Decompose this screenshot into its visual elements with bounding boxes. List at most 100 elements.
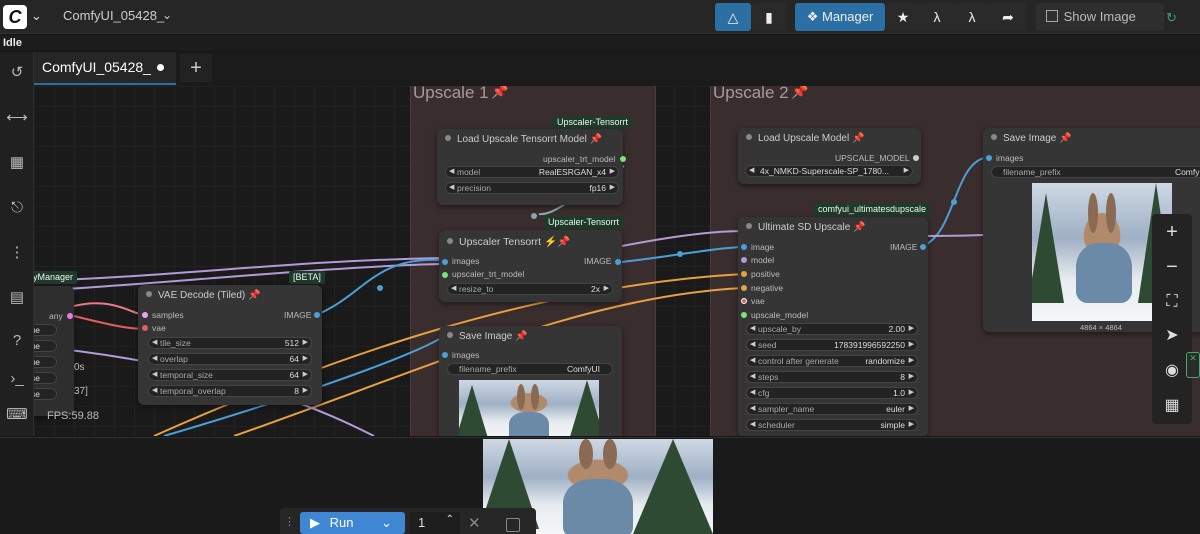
workflows-icon[interactable]: ⎋ [6,197,28,219]
ultimate-sd-upscale-node[interactable]: Ultimate SD Upscale 📌 image model positi… [738,217,928,436]
toggle-4[interactable]: alse [34,372,57,384]
toggle-5[interactable]: alse [34,388,57,400]
batch-count-input[interactable]: 1 ⌃ [410,512,460,534]
workflow-name[interactable]: ComfyUI_05428_ [63,8,164,23]
widget-resize-to[interactable]: ◀ resize_to 2x ▶ [447,283,613,295]
widget-upscale-by[interactable]: ◀ upscale_by 2.00 ▶ [746,323,918,335]
input-pin-images[interactable] [442,352,448,358]
widget-filename-prefix[interactable]: filename_prefix ComfyUI [991,166,1200,178]
load-upscale-tensorrt-node[interactable]: Load Upscale Tensorrt Model 📌 upscaler_t… [437,129,626,205]
run-button[interactable]: ▶ Run ⌄ [300,512,405,534]
save-image-node-1[interactable]: Save Image 📌 images filename_prefix Comfy… [439,326,622,436]
select-mode-icon[interactable]: ➤ [1160,324,1184,348]
workflow-dropdown-icon[interactable]: ⌄ [162,8,172,22]
star-icon[interactable]: ★ [886,3,920,31]
widget-value: randomize [865,356,905,366]
input-pin-model[interactable] [741,257,747,263]
widget-label: tile_size [160,338,191,348]
output-image-preview[interactable] [1032,183,1172,321]
widget-precision[interactable]: ◀ precision fp16 ▶ [445,182,619,194]
widget-label: overlap [160,354,188,364]
widget-temporal-overlap[interactable]: ◀ temporal_overlap 8 ▶ [148,385,312,397]
side-panel-toggle-icon[interactable]: ✕ [1186,352,1200,378]
fit-view-icon[interactable]: ⛶ [1160,290,1184,314]
widget-value: 8 [294,386,299,396]
widget-label: steps [758,372,779,382]
toggle-value: true [34,341,40,351]
lambda-icon[interactable]: λ [920,3,954,31]
bookmark-icon[interactable]: ▮ [752,3,786,31]
zoom-out-icon[interactable]: − [1160,255,1184,279]
upscaler-tensorrt-node[interactable]: Upscaler Tensorrt ⚡📌 images upscaler_trt… [439,230,622,302]
input-pin-negative[interactable] [741,285,747,291]
stop-icon[interactable] [506,518,520,532]
comfy-logo[interactable]: C [3,5,27,29]
nodes-icon[interactable]: ⟷ [6,107,28,129]
output-pin-image[interactable] [615,259,621,265]
graph-canvas[interactable]: Upscale 1 📌 Upscale 2 📌 any true true tr… [34,86,1200,436]
slot-samples: samples [152,310,184,320]
input-pin-vae[interactable] [142,325,148,331]
templates-icon[interactable]: ▤ [6,287,28,309]
input-pin-image[interactable] [741,244,747,250]
load-upscale-model-node[interactable]: Load Upscale Model 📌 UPSCALE_MODEL ◀ 4x_N… [738,128,921,184]
run-dropdown-icon[interactable]: ⌄ [381,515,392,530]
increment-icon[interactable]: ⌃ [446,509,454,531]
status-line [0,35,1200,51]
help-icon[interactable]: ? [6,330,28,352]
zoom-in-icon[interactable]: + [1160,220,1184,244]
refresh-icon[interactable]: ↻ [1166,10,1177,26]
share-icon[interactable]: ➦ [990,3,1026,31]
input-pin-images[interactable] [986,155,992,161]
minimap-icon[interactable]: ▦ [1160,394,1184,418]
widget-temporal-size[interactable]: ◀ temporal_size 64 ▶ [148,369,312,381]
menu-chevron-icon[interactable]: ⌄ [31,6,45,26]
show-image-feed-button[interactable]: Show Image Feed [1036,3,1164,52]
partial-manager-node[interactable]: any true true true alse alse [34,286,74,416]
visibility-icon[interactable]: ◉ [1160,359,1184,383]
batch-count-value: 1 [418,515,426,530]
input-pin-trt-model[interactable] [442,272,448,278]
cancel-icon[interactable]: ✕ [468,514,481,532]
input-pin-samples[interactable] [142,312,148,318]
history-icon[interactable]: ↺ [6,62,28,84]
widget-steps[interactable]: ◀ steps 8 ▶ [746,371,918,383]
widget-sampler-name[interactable]: ◀ sampler_name euler ▶ [746,403,918,415]
output-pin[interactable] [913,155,919,161]
output-pin[interactable] [67,313,73,319]
toggle-1[interactable]: true [34,324,57,336]
add-tab-button[interactable]: + [180,54,212,82]
node-title: Load Upscale Tensorrt Model 📌 [445,134,602,145]
models-icon[interactable]: ▦ [6,152,28,174]
widget-value: 2.00 [888,324,905,334]
widget-tile-size[interactable]: ◀ tile_size 512 ▶ [148,337,312,349]
toggle-3[interactable]: true [34,356,57,368]
node-tree-icon[interactable]: ⋮ [6,242,28,264]
input-pin-positive[interactable] [741,271,747,277]
keyboard-icon[interactable]: ⌨ [6,404,28,426]
widget-filename-prefix[interactable]: filename_prefix ComfyUI [447,363,613,375]
input-pin-upscale-model[interactable] [741,312,747,318]
widget-upscale-model[interactable]: ◀ 4x_NMKD-Superscale-SP_1780... ▶ [745,165,913,177]
vae-decode-node[interactable]: VAE Decode (Tiled) 📌 samples vae IMAGE ◀… [138,285,322,405]
widget-model[interactable]: ◀ model RealESRGAN_x4 ▶ [445,166,619,178]
manager-button[interactable]: ❖ Manager [795,3,885,31]
widget-control-after-generate[interactable]: ◀ control after generate randomize ▶ [746,355,918,367]
output-pin-image[interactable] [920,244,926,250]
widget-overlap[interactable]: ◀ overlap 64 ▶ [148,353,312,365]
widget-seed[interactable]: ◀ seed 178391996592250 ▶ [746,339,918,351]
terminal-icon[interactable]: ›_ [6,368,28,390]
widget-label: control after generate [758,356,839,366]
logo-letter: C [8,7,22,27]
lambda-icon-2[interactable]: λ [954,3,990,31]
output-pin[interactable] [620,156,626,162]
a-icon-button[interactable]: △ [715,3,751,31]
toggle-2[interactable]: true [34,340,57,352]
input-pin-vae[interactable] [741,298,747,304]
widget-value: simple [880,420,905,430]
widget-cfg[interactable]: ◀ cfg 1.0 ▶ [746,387,918,399]
widget-scheduler[interactable]: ◀ scheduler simple ▶ [746,419,918,431]
output-pin-image[interactable] [314,312,320,318]
output-image-preview[interactable] [459,380,599,436]
input-pin-images[interactable] [442,259,448,265]
